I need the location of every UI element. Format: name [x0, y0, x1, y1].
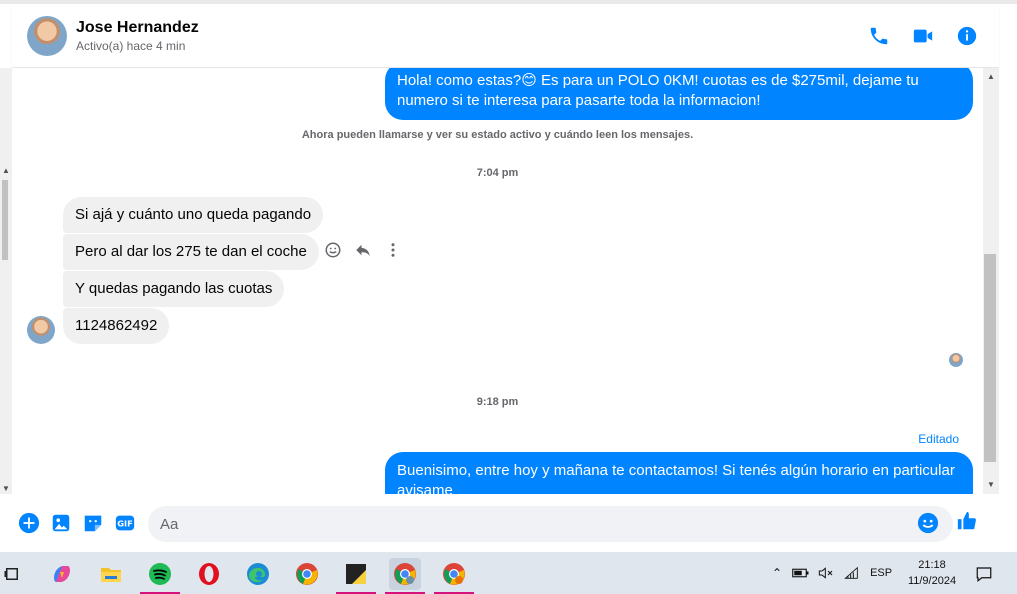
info-button[interactable] [955, 24, 979, 48]
language-indicator[interactable]: ESP [870, 567, 892, 579]
call-button[interactable] [867, 24, 891, 48]
task-view-icon [4, 568, 18, 580]
info-icon [957, 26, 977, 46]
more-options-icon[interactable] [384, 241, 402, 259]
outgoing-message[interactable]: Hola! como estas?😊 Es para un POLO 0KM! … [385, 68, 973, 120]
sticky-notes-button[interactable] [336, 558, 376, 594]
contact-info[interactable]: Jose Hernandez Activo(a) hace 4 min [76, 19, 199, 53]
sticker-icon [84, 515, 102, 532]
clock[interactable]: 21:18 11/9/2024 [898, 557, 966, 589]
composer: GIF Aa [0, 494, 1017, 552]
left-scroll-thumb[interactable] [2, 180, 8, 260]
sticker-button[interactable] [82, 512, 104, 534]
chat-bubble-icon [976, 567, 992, 582]
gif-button[interactable]: GIF [114, 512, 136, 534]
contact-status: Activo(a) hace 4 min [76, 38, 186, 53]
emoji-button[interactable] [917, 512, 939, 534]
add-button[interactable] [18, 512, 40, 534]
phone-icon [870, 27, 888, 45]
incoming-message[interactable]: Si ajá y cuánto uno queda pagando [63, 197, 324, 233]
copilot-icon [54, 566, 70, 582]
right-scroll-thumb[interactable] [984, 254, 996, 462]
video-call-button[interactable] [911, 24, 935, 48]
timestamp: 9:18 pm [476, 396, 519, 408]
folder-icon [101, 568, 121, 582]
message-actions [324, 241, 402, 259]
system-tray: ⌃ ESP [772, 552, 892, 594]
thumbs-up-icon [957, 511, 976, 530]
clock-time: 21:18 [918, 559, 946, 571]
task-view-button[interactable] [0, 558, 28, 590]
file-explorer-button[interactable] [95, 558, 127, 590]
scroll-up-arrow[interactable]: ▲ [2, 166, 10, 175]
contact-name[interactable]: Jose Hernandez [76, 19, 199, 37]
seen-indicator-avatar [949, 353, 963, 367]
reply-icon[interactable] [354, 241, 372, 259]
spotify-button[interactable] [140, 558, 180, 594]
scroll-down-arrow[interactable]: ▼ [987, 480, 995, 489]
header-actions [867, 24, 979, 48]
scroll-up-arrow[interactable]: ▲ [987, 72, 995, 81]
opera-icon [199, 563, 219, 585]
right-scrollbar[interactable]: ▲ ▼ [983, 68, 999, 494]
sticky-notes-icon [346, 564, 366, 584]
react-emoji-icon[interactable] [324, 241, 342, 259]
speaker-muted-icon[interactable] [818, 566, 834, 580]
edited-label[interactable]: Editado [918, 432, 959, 446]
edge-button[interactable] [242, 558, 274, 590]
chrome-icon [394, 563, 416, 585]
contact-avatar[interactable] [27, 15, 67, 56]
gif-icon: GIF [115, 515, 135, 531]
incoming-message[interactable]: 1124862492 [63, 308, 170, 344]
opera-button[interactable] [193, 558, 225, 590]
svg-text:GIF: GIF [117, 519, 132, 529]
photo-button[interactable] [50, 512, 72, 534]
chrome-button[interactable] [291, 558, 323, 590]
gallery-icon [52, 514, 70, 532]
chrome-icon [296, 563, 318, 585]
incoming-message[interactable]: Y quedas pagando las cuotas [63, 271, 285, 307]
spotify-icon [149, 563, 171, 585]
timestamp: 7:04 pm [476, 167, 519, 179]
windows-taskbar: ⌃ ESP 21:18 11/9/2024 [0, 552, 1017, 594]
outgoing-message[interactable]: Buenisimo, entre hoy y mañana te contact… [385, 452, 973, 494]
like-button[interactable] [956, 510, 978, 532]
edge-icon [247, 563, 269, 585]
chrome-icon [443, 563, 465, 585]
clock-date: 11/9/2024 [907, 575, 957, 587]
messenger-window: Jose Hernandez Activo(a) hace 4 min ▲ ▼ … [0, 0, 1017, 594]
message-input[interactable]: Aa [148, 506, 953, 542]
sender-avatar[interactable] [27, 316, 55, 344]
notifications-button[interactable] [968, 558, 1000, 590]
scroll-down-arrow[interactable]: ▼ [2, 484, 10, 493]
wifi-icon[interactable] [844, 566, 860, 580]
chrome-profile-button-active[interactable] [385, 558, 425, 594]
emoji-icon [917, 512, 939, 534]
incoming-message[interactable]: Pero al dar los 275 te dan el coche [63, 234, 319, 270]
chrome-profile-button[interactable] [434, 558, 474, 594]
video-camera-icon [913, 29, 933, 43]
left-scrollbar[interactable]: ▲ ▼ [0, 68, 12, 494]
plus-circle-icon [18, 512, 40, 534]
copilot-button[interactable] [46, 558, 78, 590]
battery-icon[interactable] [792, 566, 810, 580]
system-notice: Ahora pueden llamarse y ver su estado ac… [301, 129, 694, 141]
chat-header: Jose Hernandez Activo(a) hace 4 min [12, 4, 999, 68]
message-list: Hola! como estas?😊 Es para un POLO 0KM! … [12, 68, 983, 494]
chevron-up-icon[interactable]: ⌃ [772, 566, 782, 580]
